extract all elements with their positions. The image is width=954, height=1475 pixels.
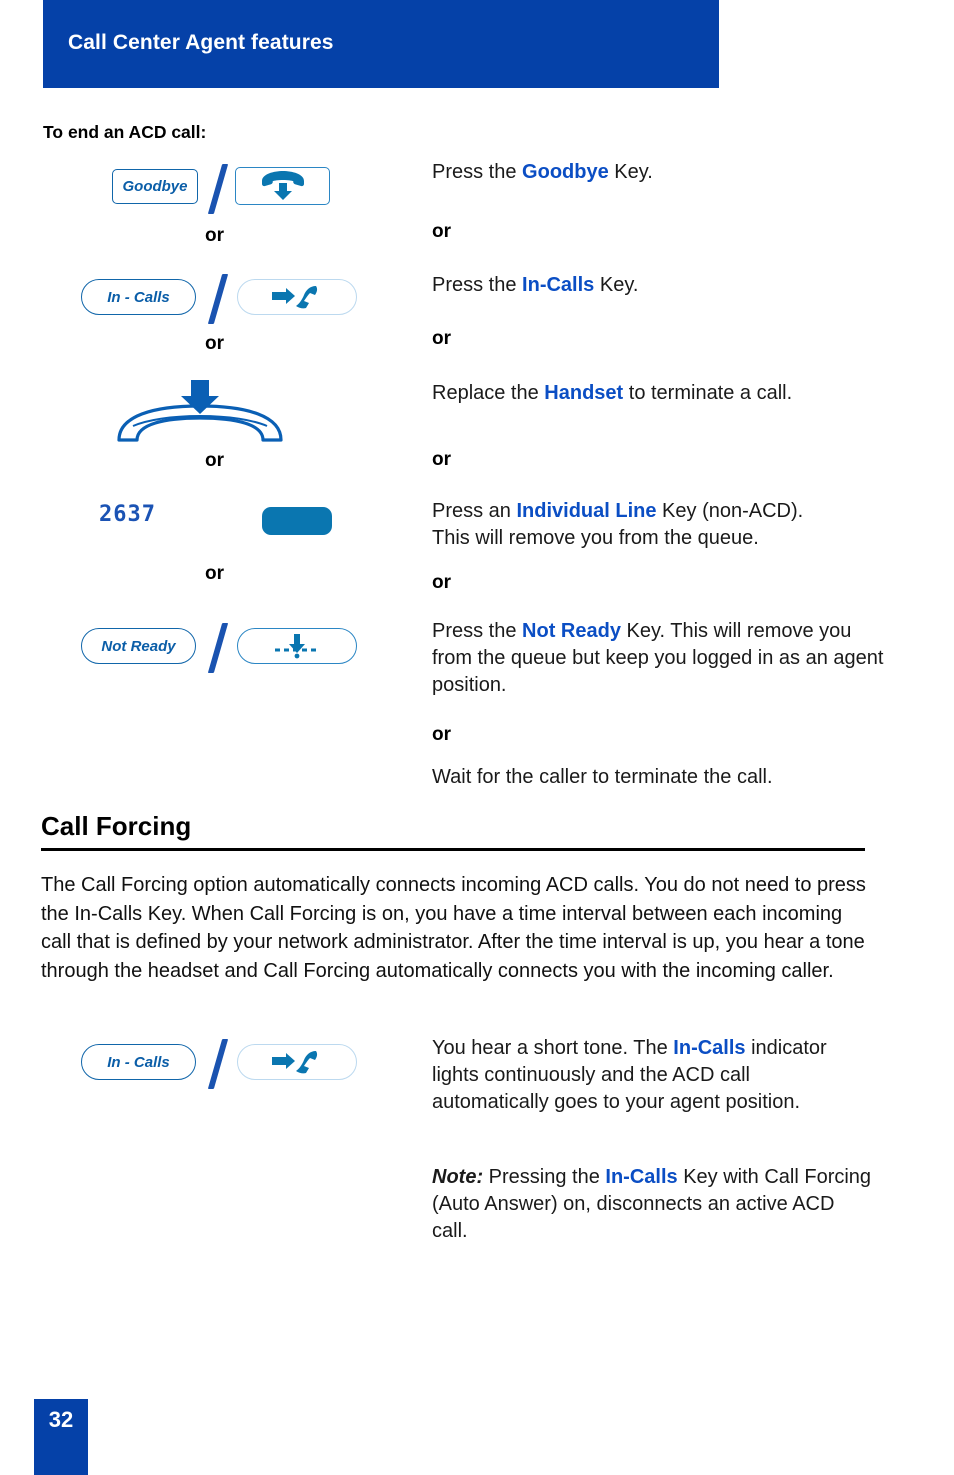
- softkey-in-calls-label-2[interactable]: In - Calls: [81, 1044, 196, 1080]
- document-page: Call Center Agent features To end an ACD…: [0, 0, 954, 1475]
- or-text-4: or: [432, 572, 451, 593]
- step-goodbye-instruction: Press the Goodbye Key.: [432, 161, 653, 183]
- step-handset-graphic: [43, 380, 423, 442]
- in-calls-arrow-handset-icon: [272, 286, 318, 309]
- step-incalls-keys: In - Calls: [43, 274, 423, 324]
- step-individual-line-instruction: Press an Individual Line Key (non-ACD). T…: [432, 500, 804, 549]
- call-forcing-result-text: You hear a short tone. The In-Calls indi…: [432, 1035, 872, 1115]
- goodbye-handset-down-icon: [261, 171, 304, 200]
- or-marker-2: or: [205, 333, 224, 354]
- step-wait-instruction: Wait for the caller to terminate the cal…: [432, 766, 773, 788]
- section-heading-call-forcing: Call Forcing: [41, 811, 192, 841]
- handset-cradle-down-arrow-icon: [117, 380, 283, 442]
- step-goodbye-keys: Goodbye: [43, 164, 423, 214]
- call-forcing-keys: In - Calls: [43, 1039, 423, 1089]
- step-individual-line-text: Press an Individual Line Key (non-ACD). T…: [432, 498, 892, 552]
- or-slash-separator: [207, 164, 229, 214]
- step-handset-text: Replace the Handset to terminate a call.: [432, 380, 892, 407]
- or-marker-4: or: [205, 563, 224, 584]
- hardkey-in-calls-2[interactable]: [237, 1044, 357, 1080]
- not-ready-arrow-dot-icon: [275, 634, 319, 659]
- step-wait-text: Wait for the caller to terminate the cal…: [432, 764, 892, 791]
- call-forcing-note-text: Note: Pressing the In-Calls Key with Cal…: [432, 1164, 872, 1244]
- page-title: Call Center Agent features: [68, 31, 334, 54]
- in-calls-arrow-handset-icon: [272, 1051, 318, 1074]
- or-slash-separator: [207, 274, 229, 324]
- page-number: 32: [48, 1407, 74, 1432]
- or-text-3: or: [432, 449, 451, 470]
- subsection-heading: To end an ACD call:: [43, 122, 207, 142]
- step-not-ready-text: Press the Not Ready Key. This will remov…: [432, 618, 892, 698]
- hardkey-goodbye[interactable]: [235, 167, 330, 205]
- step-goodbye-text: Press the Goodbye Key.: [432, 159, 892, 186]
- softkey-goodbye-label[interactable]: Goodbye: [112, 169, 198, 204]
- step-not-ready-instruction: Press the Not Ready Key. This will remov…: [432, 620, 884, 696]
- call-forcing-note: Note: Pressing the In-Calls Key with Cal…: [432, 1166, 872, 1242]
- or-slash-separator: [207, 1039, 229, 1089]
- step-not-ready-keys: Not Ready: [43, 623, 423, 673]
- call-forcing-body-text: The Call Forcing option automatically co…: [41, 874, 866, 982]
- or-marker-3: or: [205, 450, 224, 471]
- hardkey-not-ready[interactable]: [237, 628, 357, 664]
- step-individual-line-keys: 2637: [43, 498, 423, 548]
- or-text-1: or: [432, 221, 451, 242]
- or-slash-separator: [207, 623, 229, 673]
- softkey-in-calls-label[interactable]: In - Calls: [81, 279, 196, 315]
- individual-line-key-icon[interactable]: [262, 507, 332, 535]
- softkey-not-ready-label[interactable]: Not Ready: [81, 628, 196, 664]
- section-divider: [41, 848, 865, 851]
- step-incalls-text: Press the In-Calls Key.: [432, 272, 892, 299]
- call-forcing-result: You hear a short tone. The In-Calls indi…: [432, 1037, 827, 1113]
- step-handset-instruction: Replace the Handset to terminate a call.: [432, 382, 793, 404]
- or-text-5: or: [432, 724, 451, 745]
- or-marker-1: or: [205, 225, 224, 246]
- hardkey-in-calls[interactable]: [237, 279, 357, 315]
- line-key-display-number: 2637: [99, 502, 156, 527]
- step-incalls-instruction: Press the In-Calls Key.: [432, 274, 639, 296]
- or-text-2: or: [432, 328, 451, 349]
